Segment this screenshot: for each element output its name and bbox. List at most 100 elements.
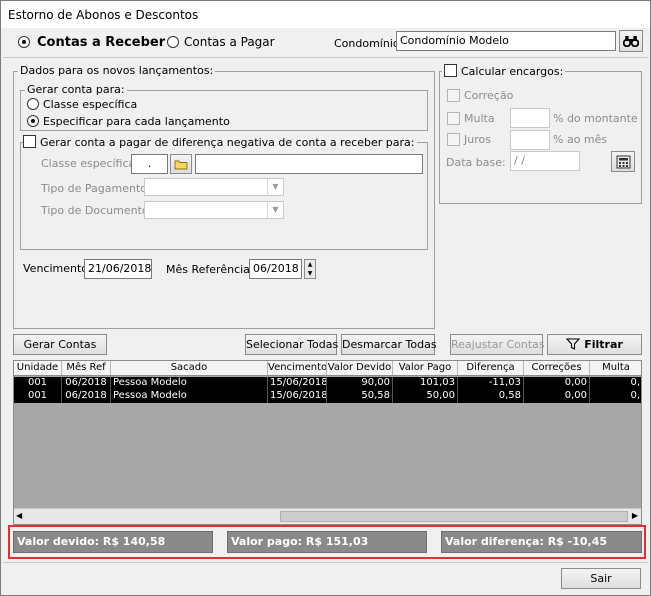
table-cell: Pessoa Modelo	[111, 390, 268, 403]
calcular-encargos-checkbox[interactable]	[444, 64, 457, 77]
column-header[interactable]: Unidade	[14, 361, 62, 375]
radio-classe-especifica-label[interactable]: Classe específica	[43, 98, 137, 111]
valor-pago-total: Valor pago: R$ 151,03	[227, 531, 427, 553]
gerar-pagar-header: Gerar conta a pagar de diferença negativ…	[23, 135, 417, 149]
gerar-pagar-checkbox[interactable]	[23, 135, 36, 148]
classe-especifica-label: Classe específica	[41, 157, 136, 170]
mes-ref-label: Mês Referência:	[166, 263, 254, 276]
column-header[interactable]: Valor Devido	[327, 361, 393, 375]
radio-especificar-cada[interactable]	[27, 115, 39, 127]
column-header[interactable]: Correções	[524, 361, 590, 375]
table-cell: Pessoa Modelo	[111, 377, 268, 390]
table-cell: 001	[14, 377, 62, 390]
table-cell: 15/06/2018	[270, 377, 327, 390]
calculator-button[interactable]	[611, 151, 635, 172]
sair-button[interactable]: Sair	[561, 568, 641, 589]
vencimento-field[interactable]: 21/06/2018	[84, 259, 152, 279]
column-header[interactable]: Vencimento	[268, 361, 327, 375]
window: Estorno de Abonos e Descontos Contas a R…	[0, 0, 651, 596]
multa-checkbox[interactable]	[447, 112, 460, 125]
table-cell: -11,03	[458, 377, 524, 390]
dados-group-title: Dados para os novos lançamentos:	[18, 64, 216, 77]
radio-contas-pagar-label[interactable]: Contas a Pagar	[184, 35, 275, 49]
table-cell: 06/2018	[62, 390, 111, 403]
contas-table[interactable]: Unidade Mês Ref Sacado Vencimento Valor …	[13, 360, 642, 525]
classe-name-field[interactable]	[195, 154, 423, 174]
juros-label: Juros	[464, 133, 491, 146]
column-header[interactable]: Valor Pago	[393, 361, 458, 375]
valor-devido-total: Valor devido: R$ 140,58	[13, 531, 213, 553]
encargos-header: Calcular encargos:	[442, 64, 566, 78]
filter-icon	[565, 338, 581, 350]
search-condominio-button[interactable]	[619, 30, 643, 52]
juros-checkbox[interactable]	[447, 133, 460, 146]
condominio-label: Condomínio:	[334, 37, 404, 50]
mes-ref-spinner[interactable]: ▲ ▼	[304, 259, 316, 279]
tipo-documento-select[interactable]: ▼	[144, 201, 284, 219]
horizontal-scrollbar[interactable]: ◀ ▶	[14, 508, 641, 524]
table-cell: 06/2018	[62, 377, 111, 390]
correcao-label: Correção	[464, 89, 514, 102]
multa-field[interactable]	[510, 108, 550, 128]
calculator-icon	[616, 155, 630, 169]
data-base-field[interactable]: / /	[510, 151, 580, 171]
table-cell: 15/06/2018	[270, 390, 327, 403]
scroll-right-icon[interactable]: ▶	[632, 511, 638, 520]
desmarcar-todas-button[interactable]: Desmarcar Todas	[341, 334, 437, 355]
multa-label: Multa	[464, 112, 495, 125]
tipo-pagamento-select[interactable]: ▼	[144, 178, 284, 196]
radio-especificar-cada-label[interactable]: Especificar para cada lançamento	[43, 115, 230, 128]
gerar-conta-title: Gerar conta para:	[25, 83, 127, 96]
classe-code-field[interactable]: .	[131, 154, 168, 174]
table-cell: 50,00	[393, 390, 458, 403]
scroll-left-icon[interactable]: ◀	[16, 511, 22, 520]
juros-suffix: % ao mês	[553, 133, 608, 146]
chevron-down-icon: ▼	[267, 202, 283, 218]
filtrar-label: Filtrar	[584, 338, 623, 351]
window-title: Estorno de Abonos e Descontos	[8, 8, 199, 22]
valor-diferenca-total: Valor diferença: R$ -10,45	[441, 531, 642, 553]
chevron-down-icon: ▼	[267, 179, 283, 195]
table-row[interactable]: 001 06/2018 Pessoa Modelo 15/06/2018 50,…	[14, 390, 641, 403]
tipo-pagamento-label: Tipo de Pagamento:	[41, 182, 151, 195]
title-bar: Estorno de Abonos e Descontos	[1, 1, 650, 28]
radio-contas-receber-label[interactable]: Contas a Receber	[37, 35, 165, 50]
table-cell: 0,	[590, 377, 641, 390]
folder-icon	[174, 160, 188, 169]
scroll-thumb[interactable]	[280, 511, 628, 522]
radio-contas-pagar[interactable]	[167, 36, 179, 48]
selecionar-todas-button[interactable]: Selecionar Todas	[245, 334, 338, 355]
juros-field[interactable]	[510, 130, 550, 150]
table-cell: 50,58	[327, 390, 393, 403]
table-header: Unidade Mês Ref Sacado Vencimento Valor …	[14, 361, 641, 376]
column-header[interactable]: Sacado	[111, 361, 268, 375]
gerar-contas-button[interactable]: Gerar Contas	[13, 334, 107, 355]
radio-classe-especifica[interactable]	[27, 98, 39, 110]
column-header[interactable]: Diferença	[458, 361, 524, 375]
mes-ref-field[interactable]: 06/2018	[249, 259, 302, 279]
divider	[3, 562, 648, 563]
filtrar-button[interactable]: Filtrar	[547, 334, 642, 355]
multa-suffix: % do montante	[553, 112, 638, 125]
divider	[3, 57, 648, 58]
reajustar-contas-button[interactable]: Reajustar Contas	[450, 334, 545, 355]
condominio-field[interactable]: Condomínio Modelo	[396, 31, 616, 51]
table-cell: 101,03	[393, 377, 458, 390]
table-cell: 001	[14, 390, 62, 403]
column-header[interactable]: Multa	[590, 361, 641, 375]
vencimento-label: Vencimento:	[23, 262, 92, 275]
binoculars-icon	[622, 36, 640, 48]
folder-button[interactable]	[170, 154, 192, 174]
table-cell: 0,	[590, 390, 641, 403]
table-cell: 0,58	[458, 390, 524, 403]
data-base-label: Data base:	[446, 156, 506, 169]
table-cell: 0,00	[524, 390, 590, 403]
table-cell: 0,00	[524, 377, 590, 390]
calcular-encargos-label[interactable]: Calcular encargos:	[461, 65, 563, 78]
table-row[interactable]: 001 06/2018 Pessoa Modelo 15/06/2018 90,…	[14, 377, 641, 390]
radio-contas-receber[interactable]	[18, 36, 30, 48]
table-cell: 90,00	[327, 377, 393, 390]
column-header[interactable]: Mês Ref	[62, 361, 111, 375]
gerar-pagar-label[interactable]: Gerar conta a pagar de diferença negativ…	[40, 136, 415, 149]
correcao-checkbox[interactable]	[447, 89, 460, 102]
